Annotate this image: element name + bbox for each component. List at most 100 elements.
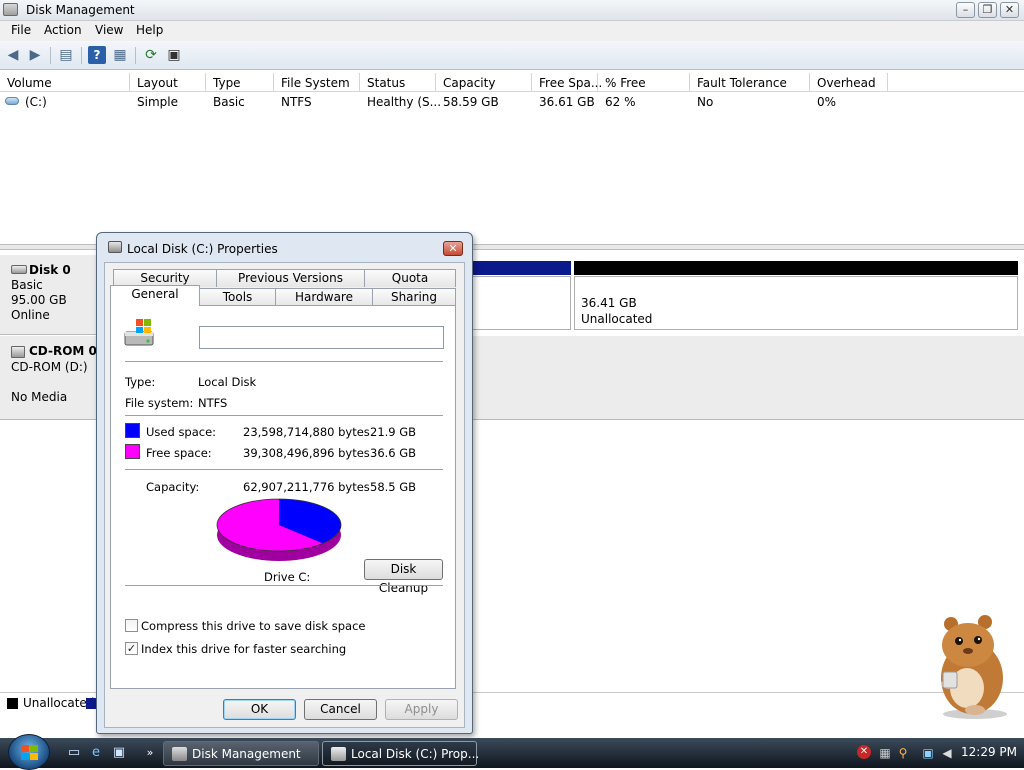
task-disk-management[interactable]: Disk Management (163, 741, 319, 766)
tab-hardware[interactable]: Hardware (275, 288, 373, 306)
disk-management-icon (3, 3, 18, 16)
properties-dialog: Local Disk (C:) Properties ✕ Security Pr… (96, 232, 473, 734)
cell-status: Healthy (S... (367, 95, 442, 109)
legend-unallocated-label: Unallocated (23, 696, 95, 710)
menu-view[interactable]: View (95, 23, 123, 37)
legend-unallocated-swatch (7, 698, 18, 709)
hamster-desktop-pet[interactable] (925, 610, 1015, 720)
menu-action[interactable]: Action (44, 23, 82, 37)
volume-icon[interactable]: ◀ (939, 745, 955, 761)
divider (125, 585, 443, 586)
dialog-close-button[interactable]: ✕ (443, 241, 463, 256)
free-space-swatch (125, 444, 140, 459)
compress-checkbox[interactable] (125, 619, 138, 632)
tab-quota[interactable]: Quota (364, 269, 456, 287)
switch-windows-icon[interactable]: ▣ (111, 745, 127, 761)
disk-0-label[interactable]: Disk 0 Basic 95.00 GB Online (0, 255, 96, 335)
close-button[interactable]: ✕ (1000, 2, 1019, 18)
column-status[interactable]: Status (360, 73, 436, 92)
dialog-title: Local Disk (C:) Properties (127, 242, 278, 256)
tab-general[interactable]: General (110, 285, 200, 306)
internet-explorer-icon[interactable]: e (88, 745, 104, 761)
column-capacity[interactable]: Capacity (436, 73, 532, 92)
quick-launch-overflow-icon[interactable]: » (142, 745, 158, 761)
drive-name-input[interactable] (199, 326, 444, 349)
cell-overhead: 0% (817, 95, 837, 109)
back-arrow-icon[interactable]: ◀ (4, 46, 22, 64)
disk-cleanup-button[interactable]: Disk Cleanup (364, 559, 443, 595)
column-file-system[interactable]: File System (274, 73, 360, 92)
index-label[interactable]: Index this drive for faster searching (141, 642, 346, 656)
index-checkbox[interactable]: ✓ (125, 642, 138, 655)
show-desktop-icon[interactable]: ▭ (66, 745, 82, 761)
volume-list-header: Volume Layout Type File System Status Ca… (0, 73, 1024, 92)
local-disk-icon (124, 319, 154, 346)
properties-icon[interactable]: ▦ (111, 46, 129, 64)
capacity-bytes: 62,907,211,776 bytes (243, 480, 370, 494)
dialog-body: Security Previous Versions Quota General… (104, 262, 465, 728)
restore-button[interactable]: ❐ (978, 2, 997, 18)
column-free-space[interactable]: Free Spa... (532, 73, 602, 92)
menu-help[interactable]: Help (136, 23, 163, 37)
refresh-icon[interactable]: ⟳ (142, 46, 160, 64)
compress-label[interactable]: Compress this drive to save disk space (141, 619, 365, 633)
cell-volume: (C:) (25, 95, 47, 109)
column-type[interactable]: Type (206, 73, 274, 92)
tab-tools[interactable]: Tools (199, 288, 276, 306)
disk-0-size: 95.00 GB (11, 293, 67, 307)
toolbar-separator (81, 47, 82, 64)
cancel-button[interactable]: Cancel (304, 699, 377, 720)
rescan-disks-icon[interactable]: ▣ (165, 46, 183, 64)
used-space-bytes: 23,598,714,880 bytes (243, 425, 370, 439)
partition-unallocated[interactable]: 36.41 GB Unallocated (574, 276, 1018, 330)
tab-sharing[interactable]: Sharing (372, 288, 456, 306)
file-system-label: File system: (125, 396, 194, 410)
partition-c[interactable] (472, 276, 571, 330)
network-icon[interactable]: ▣ (920, 745, 936, 761)
search-icon[interactable]: ⚲ (895, 745, 911, 761)
free-space-label: Free space: (146, 446, 212, 460)
minimize-button[interactable]: – (956, 2, 975, 18)
divider (125, 415, 443, 416)
forward-arrow-icon[interactable]: ▶ (26, 46, 44, 64)
ok-button[interactable]: OK (223, 699, 296, 720)
column-percent-free[interactable]: % Free (598, 73, 690, 92)
unallocated-label: Unallocated (581, 312, 653, 326)
security-alert-icon[interactable]: ✕ (857, 745, 871, 759)
taskbar: ▭ e ▣ » Disk Management Local Disk (C:) … (0, 734, 1024, 770)
toolbar-separator (135, 47, 136, 64)
column-layout[interactable]: Layout (130, 73, 206, 92)
cell-type: Basic (213, 95, 245, 109)
column-volume[interactable]: Volume (0, 73, 130, 92)
drive-icon (331, 747, 346, 761)
task-properties[interactable]: Local Disk (C:) Prop... (322, 741, 480, 766)
cdrom-0-label[interactable]: CD-ROM 0 CD-ROM (D:) No Media (0, 336, 97, 420)
tray-app-icon[interactable]: ▦ (877, 745, 893, 761)
hard-disk-icon (11, 265, 27, 274)
cd-drive-icon (11, 346, 25, 358)
menu-file[interactable]: File (11, 23, 31, 37)
tab-previous-versions[interactable]: Previous Versions (216, 269, 365, 287)
capacity-label: Capacity: (146, 480, 200, 494)
disk-0-type: Basic (11, 278, 43, 292)
toolbar: ◀ ▶ ▤ ? ▦ ⟳ ▣ (0, 41, 1024, 70)
menu-bar: File Action View Help (0, 21, 1024, 41)
table-row[interactable]: (C:) Simple Basic NTFS Healthy (S... 58.… (0, 93, 1024, 110)
window-title: Disk Management (26, 3, 135, 17)
cdrom-0-name: CD-ROM 0 (29, 344, 97, 358)
apply-button[interactable]: Apply (385, 699, 458, 720)
cdrom-0-status: No Media (11, 390, 68, 404)
file-system-value: NTFS (198, 396, 228, 410)
column-fault-tolerance[interactable]: Fault Tolerance (690, 73, 810, 92)
cdrom-0-type: CD-ROM (D:) (11, 360, 88, 374)
clock[interactable]: 12:29 PM (961, 745, 1017, 759)
column-overhead[interactable]: Overhead (810, 73, 888, 92)
disk-usage-pie-chart (216, 498, 342, 561)
drive-icon (108, 241, 122, 253)
task-label: Local Disk (C:) Prop... (351, 747, 480, 761)
volume-disk-icon (5, 97, 19, 105)
capacity-gb: 58.5 GB (370, 480, 417, 494)
start-button[interactable] (8, 734, 50, 770)
help-icon[interactable]: ? (88, 46, 106, 64)
console-tree-icon[interactable]: ▤ (57, 46, 75, 64)
